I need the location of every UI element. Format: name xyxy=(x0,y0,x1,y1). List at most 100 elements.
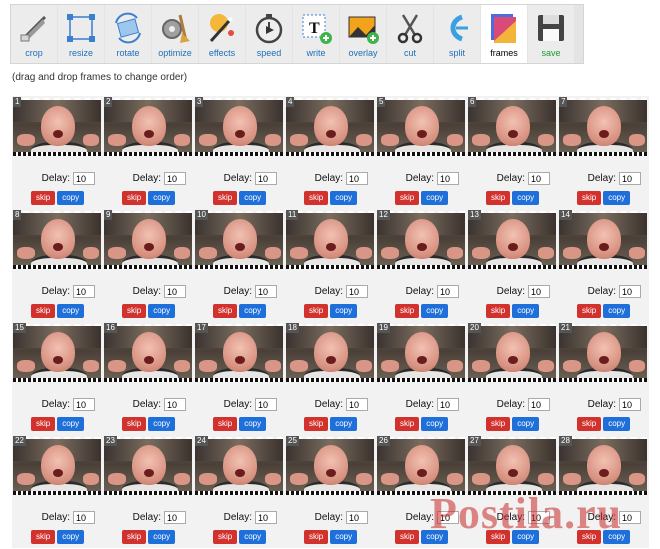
delay-input[interactable] xyxy=(73,511,95,524)
skip-button[interactable]: skip xyxy=(486,417,511,431)
delay-input[interactable] xyxy=(619,285,641,298)
frame-card[interactable]: 3 Delay: skipcopy xyxy=(194,96,285,209)
frame-thumbnail[interactable] xyxy=(559,98,647,156)
skip-button[interactable]: skip xyxy=(395,530,420,544)
skip-button[interactable]: skip xyxy=(577,530,602,544)
frame-card[interactable]: 27 Delay: skipcopy xyxy=(467,435,558,548)
frame-thumbnail[interactable] xyxy=(104,437,192,495)
frame-thumbnail[interactable] xyxy=(286,437,374,495)
skip-button[interactable]: skip xyxy=(122,530,147,544)
tool-rotate-button[interactable]: rotate xyxy=(105,5,151,63)
frame-thumbnail[interactable] xyxy=(286,211,374,269)
skip-button[interactable]: skip xyxy=(304,530,329,544)
copy-button[interactable]: copy xyxy=(421,191,449,205)
delay-input[interactable] xyxy=(73,285,95,298)
copy-button[interactable]: copy xyxy=(512,417,540,431)
copy-button[interactable]: copy xyxy=(239,304,267,318)
delay-input[interactable] xyxy=(164,172,186,185)
tool-cut-button[interactable]: cut xyxy=(387,5,433,63)
copy-button[interactable]: copy xyxy=(239,530,267,544)
frame-thumbnail[interactable] xyxy=(559,211,647,269)
frame-thumbnail[interactable] xyxy=(13,437,101,495)
skip-button[interactable]: skip xyxy=(122,417,147,431)
tool-split-button[interactable]: split xyxy=(434,5,480,63)
frame-card[interactable]: 2 Delay: skipcopy xyxy=(103,96,194,209)
copy-button[interactable]: copy xyxy=(330,417,358,431)
skip-button[interactable]: skip xyxy=(577,417,602,431)
skip-button[interactable]: skip xyxy=(31,191,56,205)
frame-thumbnail[interactable] xyxy=(559,324,647,382)
frame-card[interactable]: 4 Delay: skipcopy xyxy=(285,96,376,209)
delay-input[interactable] xyxy=(164,511,186,524)
delay-input[interactable] xyxy=(255,172,277,185)
delay-input[interactable] xyxy=(437,285,459,298)
skip-button[interactable]: skip xyxy=(31,530,56,544)
frame-thumbnail[interactable] xyxy=(13,211,101,269)
copy-button[interactable]: copy xyxy=(330,191,358,205)
skip-button[interactable]: skip xyxy=(213,304,238,318)
frame-thumbnail[interactable] xyxy=(195,324,283,382)
frame-thumbnail[interactable] xyxy=(377,324,465,382)
frame-card[interactable]: 6 Delay: skipcopy xyxy=(467,96,558,209)
frame-card[interactable]: 22 Delay: skipcopy xyxy=(12,435,103,548)
frame-thumbnail[interactable] xyxy=(468,98,556,156)
delay-input[interactable] xyxy=(73,172,95,185)
delay-input[interactable] xyxy=(255,398,277,411)
tool-overlay-button[interactable]: overlay xyxy=(340,5,386,63)
frame-card[interactable]: 21 Delay: skipcopy xyxy=(558,322,649,435)
skip-button[interactable]: skip xyxy=(577,191,602,205)
frame-thumbnail[interactable] xyxy=(468,324,556,382)
frame-card[interactable]: 1 Delay: skipcopy xyxy=(12,96,103,209)
tool-crop-button[interactable]: crop xyxy=(11,5,57,63)
frame-card[interactable]: 23 Delay: skipcopy xyxy=(103,435,194,548)
skip-button[interactable]: skip xyxy=(304,417,329,431)
frame-card[interactable]: 17 Delay: skipcopy xyxy=(194,322,285,435)
frame-card[interactable]: 14 Delay: skipcopy xyxy=(558,209,649,322)
frame-thumbnail[interactable] xyxy=(559,437,647,495)
frame-card[interactable]: 11 Delay: skipcopy xyxy=(285,209,376,322)
frame-card[interactable]: 8 Delay: skipcopy xyxy=(12,209,103,322)
copy-button[interactable]: copy xyxy=(603,530,631,544)
copy-button[interactable]: copy xyxy=(148,304,176,318)
delay-input[interactable] xyxy=(619,398,641,411)
copy-button[interactable]: copy xyxy=(512,530,540,544)
copy-button[interactable]: copy xyxy=(148,191,176,205)
frame-thumbnail[interactable] xyxy=(104,98,192,156)
skip-button[interactable]: skip xyxy=(486,304,511,318)
delay-input[interactable] xyxy=(528,285,550,298)
frame-thumbnail[interactable] xyxy=(195,437,283,495)
copy-button[interactable]: copy xyxy=(603,191,631,205)
frame-thumbnail[interactable] xyxy=(377,98,465,156)
tool-speed-button[interactable]: speed xyxy=(246,5,292,63)
frame-thumbnail[interactable] xyxy=(286,98,374,156)
tool-write-button[interactable]: Twrite xyxy=(293,5,339,63)
skip-button[interactable]: skip xyxy=(213,530,238,544)
skip-button[interactable]: skip xyxy=(486,530,511,544)
skip-button[interactable]: skip xyxy=(122,304,147,318)
copy-button[interactable]: copy xyxy=(603,304,631,318)
delay-input[interactable] xyxy=(164,285,186,298)
delay-input[interactable] xyxy=(164,398,186,411)
delay-input[interactable] xyxy=(619,511,641,524)
frame-thumbnail[interactable] xyxy=(377,437,465,495)
copy-button[interactable]: copy xyxy=(239,417,267,431)
frame-card[interactable]: 20 Delay: skipcopy xyxy=(467,322,558,435)
skip-button[interactable]: skip xyxy=(304,191,329,205)
frame-card[interactable]: 7 Delay: skipcopy xyxy=(558,96,649,209)
copy-button[interactable]: copy xyxy=(57,530,85,544)
frame-thumbnail[interactable] xyxy=(468,437,556,495)
skip-button[interactable]: skip xyxy=(31,417,56,431)
frame-card[interactable]: 25 Delay: skipcopy xyxy=(285,435,376,548)
tool-optimize-button[interactable]: optimize xyxy=(152,5,198,63)
copy-button[interactable]: copy xyxy=(421,530,449,544)
delay-input[interactable] xyxy=(437,172,459,185)
skip-button[interactable]: skip xyxy=(304,304,329,318)
copy-button[interactable]: copy xyxy=(57,417,85,431)
frame-card[interactable]: 19 Delay: skipcopy xyxy=(376,322,467,435)
frame-card[interactable]: 15 Delay: skipcopy xyxy=(12,322,103,435)
frame-card[interactable]: 18 Delay: skipcopy xyxy=(285,322,376,435)
tool-resize-button[interactable]: resize xyxy=(58,5,104,63)
delay-input[interactable] xyxy=(528,511,550,524)
skip-button[interactable]: skip xyxy=(395,417,420,431)
skip-button[interactable]: skip xyxy=(577,304,602,318)
